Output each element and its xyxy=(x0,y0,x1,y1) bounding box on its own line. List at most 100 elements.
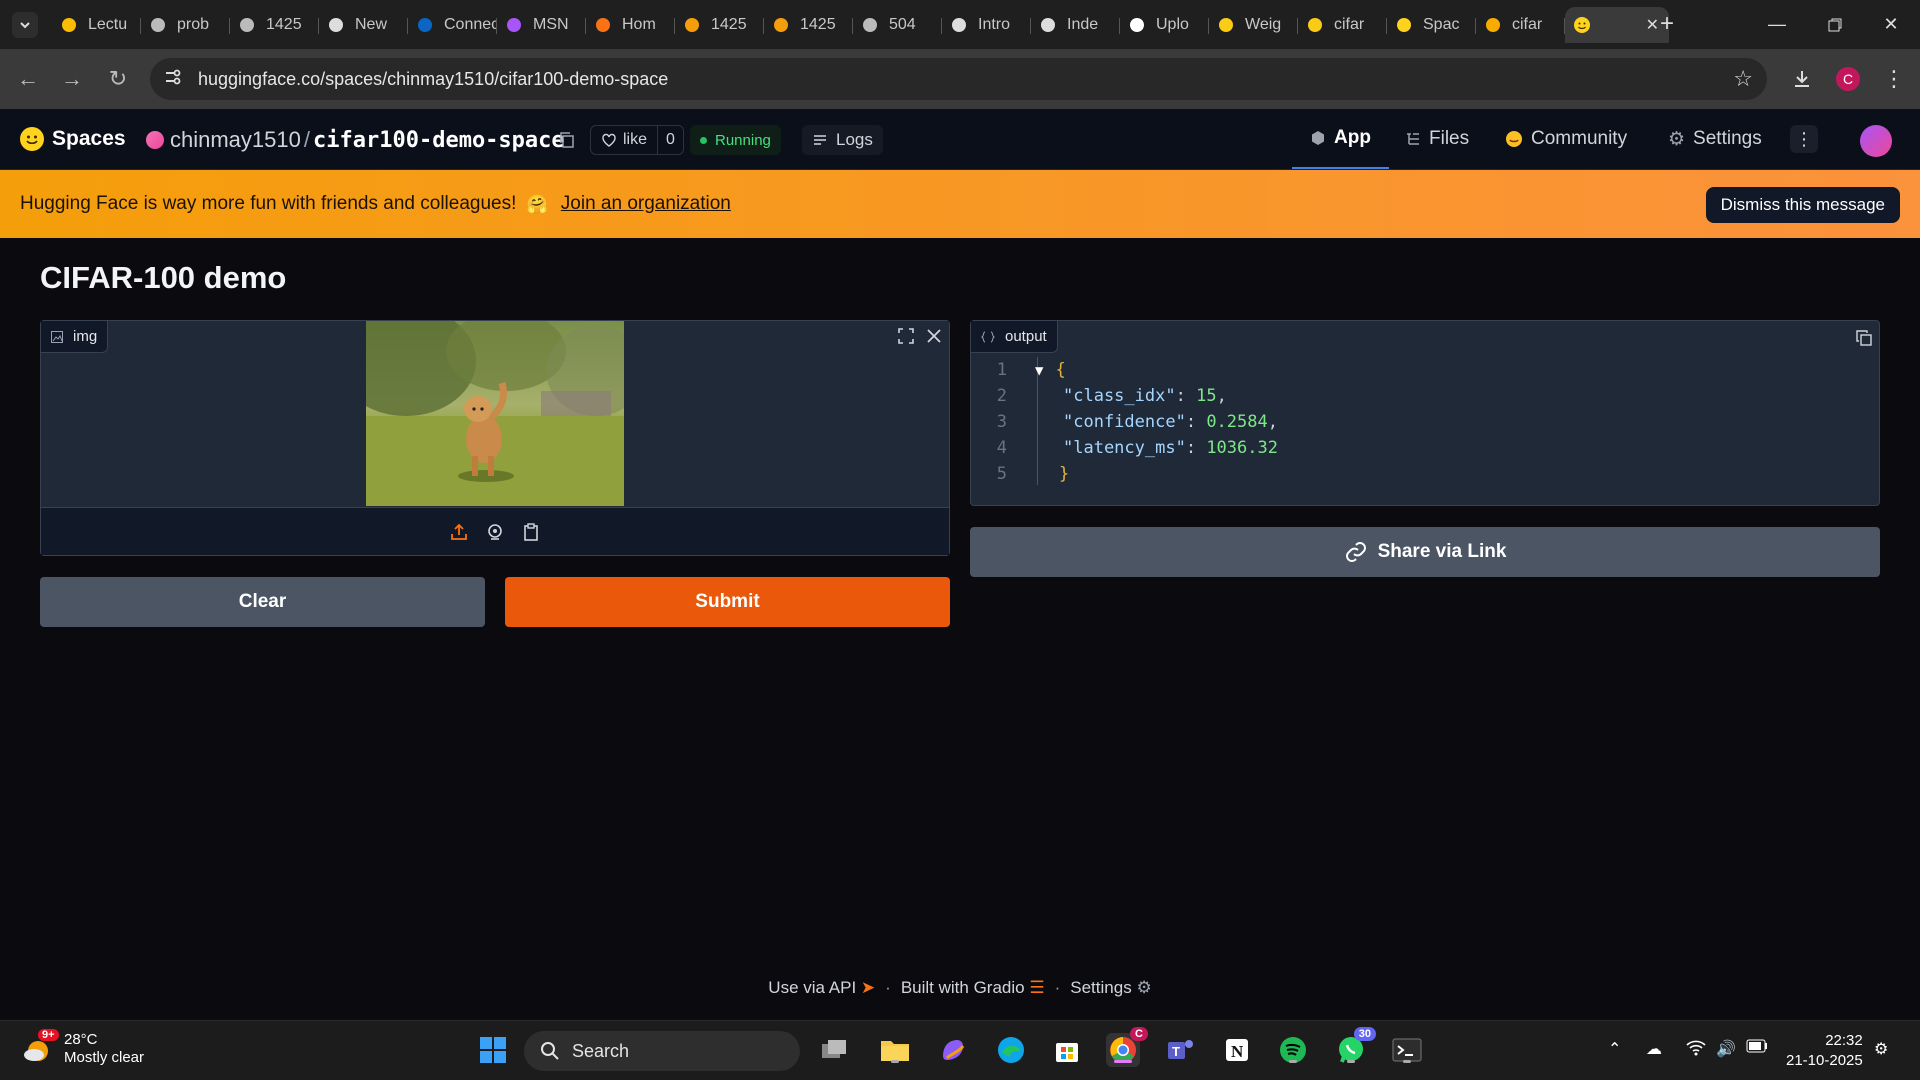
logs-button[interactable]: Logs xyxy=(802,125,883,155)
tab-settings[interactable]: ⚙ Settings xyxy=(1668,109,1762,169)
org-banner: Hugging Face is way more fun with friend… xyxy=(0,170,1920,238)
browser-tab[interactable]: 1425 xyxy=(675,7,764,43)
url-bar[interactable]: huggingface.co/spaces/chinmay1510/cifar1… xyxy=(150,58,1767,100)
like-button[interactable]: like 0 xyxy=(590,125,684,155)
terminal-icon[interactable] xyxy=(1390,1033,1424,1067)
tab-files[interactable]: Files xyxy=(1405,109,1469,169)
repo-owner[interactable]: chinmay1510 xyxy=(170,127,301,153)
browser-tab[interactable]: Spac xyxy=(1387,7,1476,43)
edge-icon[interactable] xyxy=(994,1033,1028,1067)
task-view-icon[interactable] xyxy=(817,1033,851,1067)
bookmark-star-icon[interactable]: ☆ xyxy=(1733,66,1753,92)
browser-tabstrip: Lectu prob 1425 New Connect MSN Hom 1425 1425 504… xyxy=(0,0,1920,49)
browser-tab[interactable]: Intro xyxy=(942,7,1031,43)
browser-tab[interactable]: 1425 xyxy=(230,7,319,43)
close-window-button[interactable]: ✕ xyxy=(1862,0,1920,49)
tab-app[interactable]: App xyxy=(1292,109,1389,169)
fullscreen-button[interactable] xyxy=(893,323,919,349)
notifications-icon[interactable]: ⚙ xyxy=(1874,1039,1888,1059)
chrome-icon[interactable]: C xyxy=(1106,1027,1148,1067)
maximize-button[interactable] xyxy=(1806,0,1864,49)
image-dropzone[interactable] xyxy=(41,321,949,506)
browser-tab[interactable]: 504 xyxy=(853,7,942,43)
google-drive-icon xyxy=(60,16,78,34)
rocket-icon: ➤ xyxy=(860,978,876,997)
page-title: CIFAR-100 demo xyxy=(40,260,287,295)
browser-tab[interactable]: cifar xyxy=(1476,7,1565,43)
browser-tab[interactable]: 1425 xyxy=(764,7,853,43)
browser-tab[interactable]: Connect xyxy=(408,7,497,43)
download-icon[interactable] xyxy=(1788,65,1816,93)
browser-tab[interactable]: Inde xyxy=(1031,7,1120,43)
more-options-button[interactable]: ⋮ xyxy=(1790,125,1818,153)
community-icon xyxy=(1506,131,1522,147)
submit-button[interactable]: Submit xyxy=(505,577,950,627)
notion-icon[interactable]: N xyxy=(1220,1033,1254,1067)
profile-avatar[interactable]: C xyxy=(1836,67,1860,91)
owner-avatar xyxy=(146,131,164,149)
use-via-api-link[interactable]: Use via API ➤ xyxy=(768,978,875,998)
browser-tab[interactable]: cifar xyxy=(1298,7,1387,43)
whatsapp-icon[interactable]: 30 xyxy=(1334,1027,1376,1067)
wifi-icon[interactable] xyxy=(1686,1039,1706,1062)
repo-path: chinmay1510 / cifar100-demo-space xyxy=(146,127,565,153)
browser-tab[interactable]: New xyxy=(319,7,408,43)
weather-widget[interactable]: 9+ 28°C Mostly clear xyxy=(22,1029,144,1067)
site-info-icon[interactable] xyxy=(164,68,188,91)
upload-button[interactable] xyxy=(448,521,470,543)
microsoft-store-icon[interactable] xyxy=(1050,1033,1084,1067)
tab-community[interactable]: Community xyxy=(1505,109,1627,169)
reload-button[interactable]: ↻ xyxy=(104,65,132,93)
share-via-link-button[interactable]: Share via Link xyxy=(970,527,1880,577)
taskbar-search[interactable]: Search xyxy=(524,1031,800,1071)
minimize-button[interactable]: — xyxy=(1748,0,1806,49)
huggingface-logo-icon xyxy=(20,127,44,151)
json-output-panel: output 1 ▼{ 2 "class_idx": 15, 3 "confid… xyxy=(970,320,1880,506)
browser-tab[interactable]: MSN xyxy=(497,7,586,43)
webcam-button[interactable] xyxy=(484,521,506,543)
browser-tab[interactable]: prob xyxy=(141,7,230,43)
code-text: } xyxy=(1017,464,1069,484)
json-value: 1036.32 xyxy=(1206,438,1278,458)
collapse-toggle-icon[interactable]: ▼ xyxy=(1035,363,1043,379)
status-badge[interactable]: Running xyxy=(690,125,781,155)
spotify-icon[interactable] xyxy=(1276,1033,1310,1067)
start-button[interactable] xyxy=(476,1033,510,1067)
line-number: 2 xyxy=(996,386,1007,406)
status-text: Running xyxy=(715,131,771,149)
copy-icon[interactable] xyxy=(558,131,576,149)
remove-image-button[interactable] xyxy=(921,323,947,349)
footer-settings-link[interactable]: Settings ⚙ xyxy=(1070,978,1151,998)
running-indicator xyxy=(1289,1060,1297,1063)
join-organization-link[interactable]: Join an organization xyxy=(561,193,731,215)
clear-button[interactable]: Clear xyxy=(40,577,485,627)
clipboard-button[interactable] xyxy=(520,521,542,543)
browser-tab[interactable]: Hom xyxy=(586,7,675,43)
spaces-link[interactable]: Spaces xyxy=(20,127,126,151)
browser-tab[interactable]: Lectu xyxy=(52,7,141,43)
repo-name[interactable]: cifar100-demo-space xyxy=(313,128,565,153)
browser-menu-icon[interactable]: ⋮ xyxy=(1880,65,1908,93)
show-hidden-icons-button[interactable]: ⌃ xyxy=(1608,1039,1621,1059)
volume-icon[interactable]: 🔊 xyxy=(1716,1039,1736,1059)
battery-icon[interactable] xyxy=(1746,1039,1768,1058)
teams-icon[interactable]: T xyxy=(1164,1033,1198,1067)
browser-tab[interactable]: Weig xyxy=(1209,7,1298,43)
copilot-icon[interactable] xyxy=(936,1033,970,1067)
file-explorer-icon[interactable] xyxy=(878,1033,912,1067)
onedrive-icon[interactable]: ☁ xyxy=(1646,1039,1662,1059)
forward-button[interactable]: → xyxy=(58,65,86,93)
back-button[interactable]: ← xyxy=(14,65,42,93)
new-tab-button[interactable]: + xyxy=(1652,9,1682,39)
built-with-gradio-link[interactable]: Built with Gradio ☰ xyxy=(901,978,1045,998)
copy-json-button[interactable] xyxy=(1851,325,1877,351)
clock[interactable]: 22:32 21-10-2025 xyxy=(1786,1031,1863,1071)
tab-search-button[interactable] xyxy=(12,12,38,38)
huggingface-icon xyxy=(1395,16,1413,34)
share-label: Share via Link xyxy=(1377,541,1507,562)
user-avatar[interactable] xyxy=(1860,125,1892,157)
banner-message: Hugging Face is way more fun with friend… xyxy=(20,193,517,214)
browser-tab[interactable]: Uplo xyxy=(1120,7,1209,43)
logs-label: Logs xyxy=(836,130,873,149)
dismiss-button[interactable]: Dismiss this message xyxy=(1705,187,1900,223)
